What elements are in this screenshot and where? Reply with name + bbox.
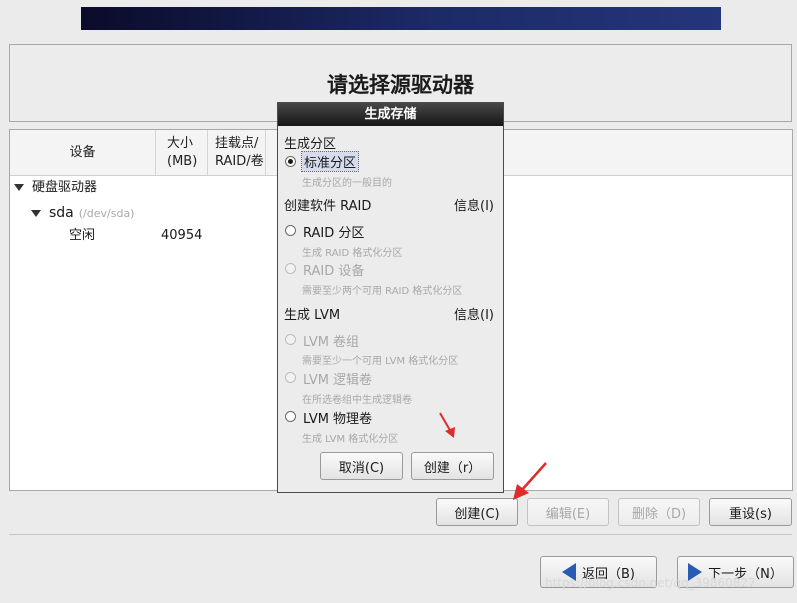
section-lvm-label: 生成 LVM	[284, 308, 341, 323]
tree-label-free: 空闲	[69, 228, 96, 243]
column-header-size[interactable]: 大小 (MB)	[156, 130, 208, 175]
divider	[9, 534, 792, 535]
column-header-mount[interactable]: 挂载点/ RAID/卷	[208, 130, 266, 175]
free-size-value: 40954	[161, 228, 203, 243]
create-button[interactable]: 创建(C)	[436, 498, 518, 526]
lvm-info-button[interactable]: 信息(I)	[454, 304, 494, 323]
tree-label-sda: sda	[49, 205, 74, 221]
expander-down-icon[interactable]	[14, 184, 24, 191]
delete-button[interactable]: 删除（D)	[618, 498, 700, 526]
tree-row-hard-drives[interactable]: 硬盘驱动器	[14, 178, 97, 198]
lvm-vg-hint: 需要至少一个可用 LVM 格式化分区	[302, 356, 459, 367]
tree-row-sda[interactable]: sda (/dev/sda)	[31, 203, 134, 223]
section-raid-label: 创建软件 RAID	[284, 199, 372, 214]
raid-device-hint: 需要至少两个可用 RAID 格式化分区	[302, 286, 463, 297]
lvm-lv-hint: 在所选卷组中生成逻辑卷	[302, 395, 412, 406]
section-partition-label: 生成分区	[284, 137, 337, 152]
dialog-cancel-button[interactable]: 取消(C)	[320, 452, 403, 480]
tree-label-sda-path: (/dev/sda)	[78, 207, 135, 220]
page-title: 请选择源驱动器	[327, 73, 474, 97]
standard-partition-hint: 生成分区的一般目的	[302, 178, 392, 189]
annotation-arrow-icon	[439, 412, 455, 438]
dialog-create-button[interactable]: 创建（r）	[411, 452, 494, 480]
raid-partition-radio[interactable]	[285, 225, 296, 236]
dialog-title: 生成存储	[278, 103, 503, 126]
lvm-vg-radio[interactable]	[285, 334, 296, 345]
lvm-pv-label[interactable]: LVM 物理卷	[303, 408, 372, 427]
tree-row-free[interactable]: 空闲	[69, 226, 95, 246]
create-storage-dialog: 生成存储 生成分区 标准分区 生成分区的一般目的 创建软件 RAID 信息(I)…	[277, 102, 504, 493]
column-header-device[interactable]: 设备	[10, 130, 156, 175]
lvm-vg-label[interactable]: LVM 卷组	[303, 331, 359, 350]
raid-partition-label[interactable]: RAID 分区	[303, 222, 364, 241]
standard-partition-radio[interactable]	[285, 156, 296, 167]
standard-partition-label[interactable]: 标准分区	[301, 151, 360, 172]
watermark: https://blog.csdn.net/qq_39860827	[545, 576, 756, 590]
reset-button[interactable]: 重设(s)	[709, 498, 792, 526]
annotation-arrow-icon	[513, 462, 547, 500]
edit-button[interactable]: 编辑(E)	[527, 498, 609, 526]
raid-device-label[interactable]: RAID 设备	[303, 260, 364, 279]
raid-info-button[interactable]: 信息(I)	[454, 195, 494, 214]
raid-partition-hint: 生成 RAID 格式化分区	[302, 248, 403, 259]
lvm-pv-hint: 生成 LVM 格式化分区	[302, 434, 399, 445]
lvm-pv-radio[interactable]	[285, 411, 296, 422]
tree-label-hard-drives: 硬盘驱动器	[32, 180, 98, 195]
lvm-lv-label[interactable]: LVM 逻辑卷	[303, 369, 372, 388]
expander-down-icon[interactable]	[31, 210, 41, 217]
lvm-lv-radio[interactable]	[285, 372, 296, 383]
header-banner	[81, 7, 721, 30]
raid-device-radio[interactable]	[285, 263, 296, 274]
